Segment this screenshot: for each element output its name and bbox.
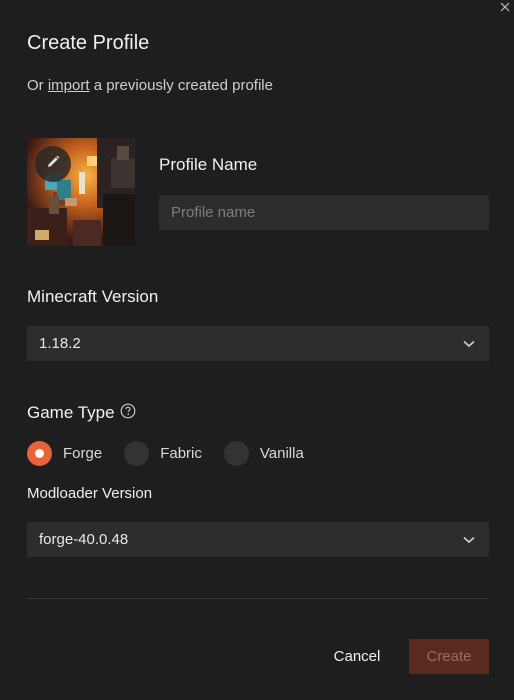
import-hint: Or import a previously created profile [27,77,273,94]
create-button[interactable]: Create [409,639,489,674]
radio-fabric-indicator [124,441,150,466]
close-icon[interactable] [498,0,512,14]
cancel-button[interactable]: Cancel [322,639,392,674]
footer-divider [27,598,489,599]
modloader-version-value: forge-40.0.48 [39,531,129,548]
radio-fabric-label: Fabric [160,445,202,462]
radio-forge-label: Forge [63,445,103,462]
edit-icon-button[interactable] [35,146,71,182]
minecraft-version-value: 1.18.2 [39,335,81,352]
radio-fabric[interactable]: Fabric [124,441,202,466]
profile-name-label: Profile Name [159,155,258,174]
pencil-icon [45,154,61,175]
minecraft-version-label: Minecraft Version [27,287,159,306]
import-hint-prefix: Or [27,77,48,94]
minecraft-version-select[interactable]: 1.18.2 [27,326,489,361]
modloader-version-label: Modloader Version [27,485,153,502]
chevron-down-icon [463,531,475,548]
radio-forge-indicator [27,441,52,466]
profile-name-input[interactable] [159,195,489,230]
radio-forge[interactable]: Forge [27,441,102,466]
create-profile-dialog: Create Profile Or import a previously cr… [0,0,514,700]
radio-vanilla-label: Vanilla [259,445,304,462]
radio-vanilla-indicator [223,441,249,466]
chevron-down-icon [463,335,475,352]
import-link[interactable]: import [48,77,90,94]
radio-vanilla[interactable]: Vanilla [223,441,304,466]
modloader-version-select[interactable]: forge-40.0.48 [27,522,489,557]
game-type-label: Game Type [27,403,115,422]
dialog-title: Create Profile [27,32,150,54]
import-hint-suffix: a previously created profile [89,77,273,94]
game-type-radio-group: Forge Fabric Vanilla [27,441,326,466]
help-icon[interactable] [120,403,136,419]
